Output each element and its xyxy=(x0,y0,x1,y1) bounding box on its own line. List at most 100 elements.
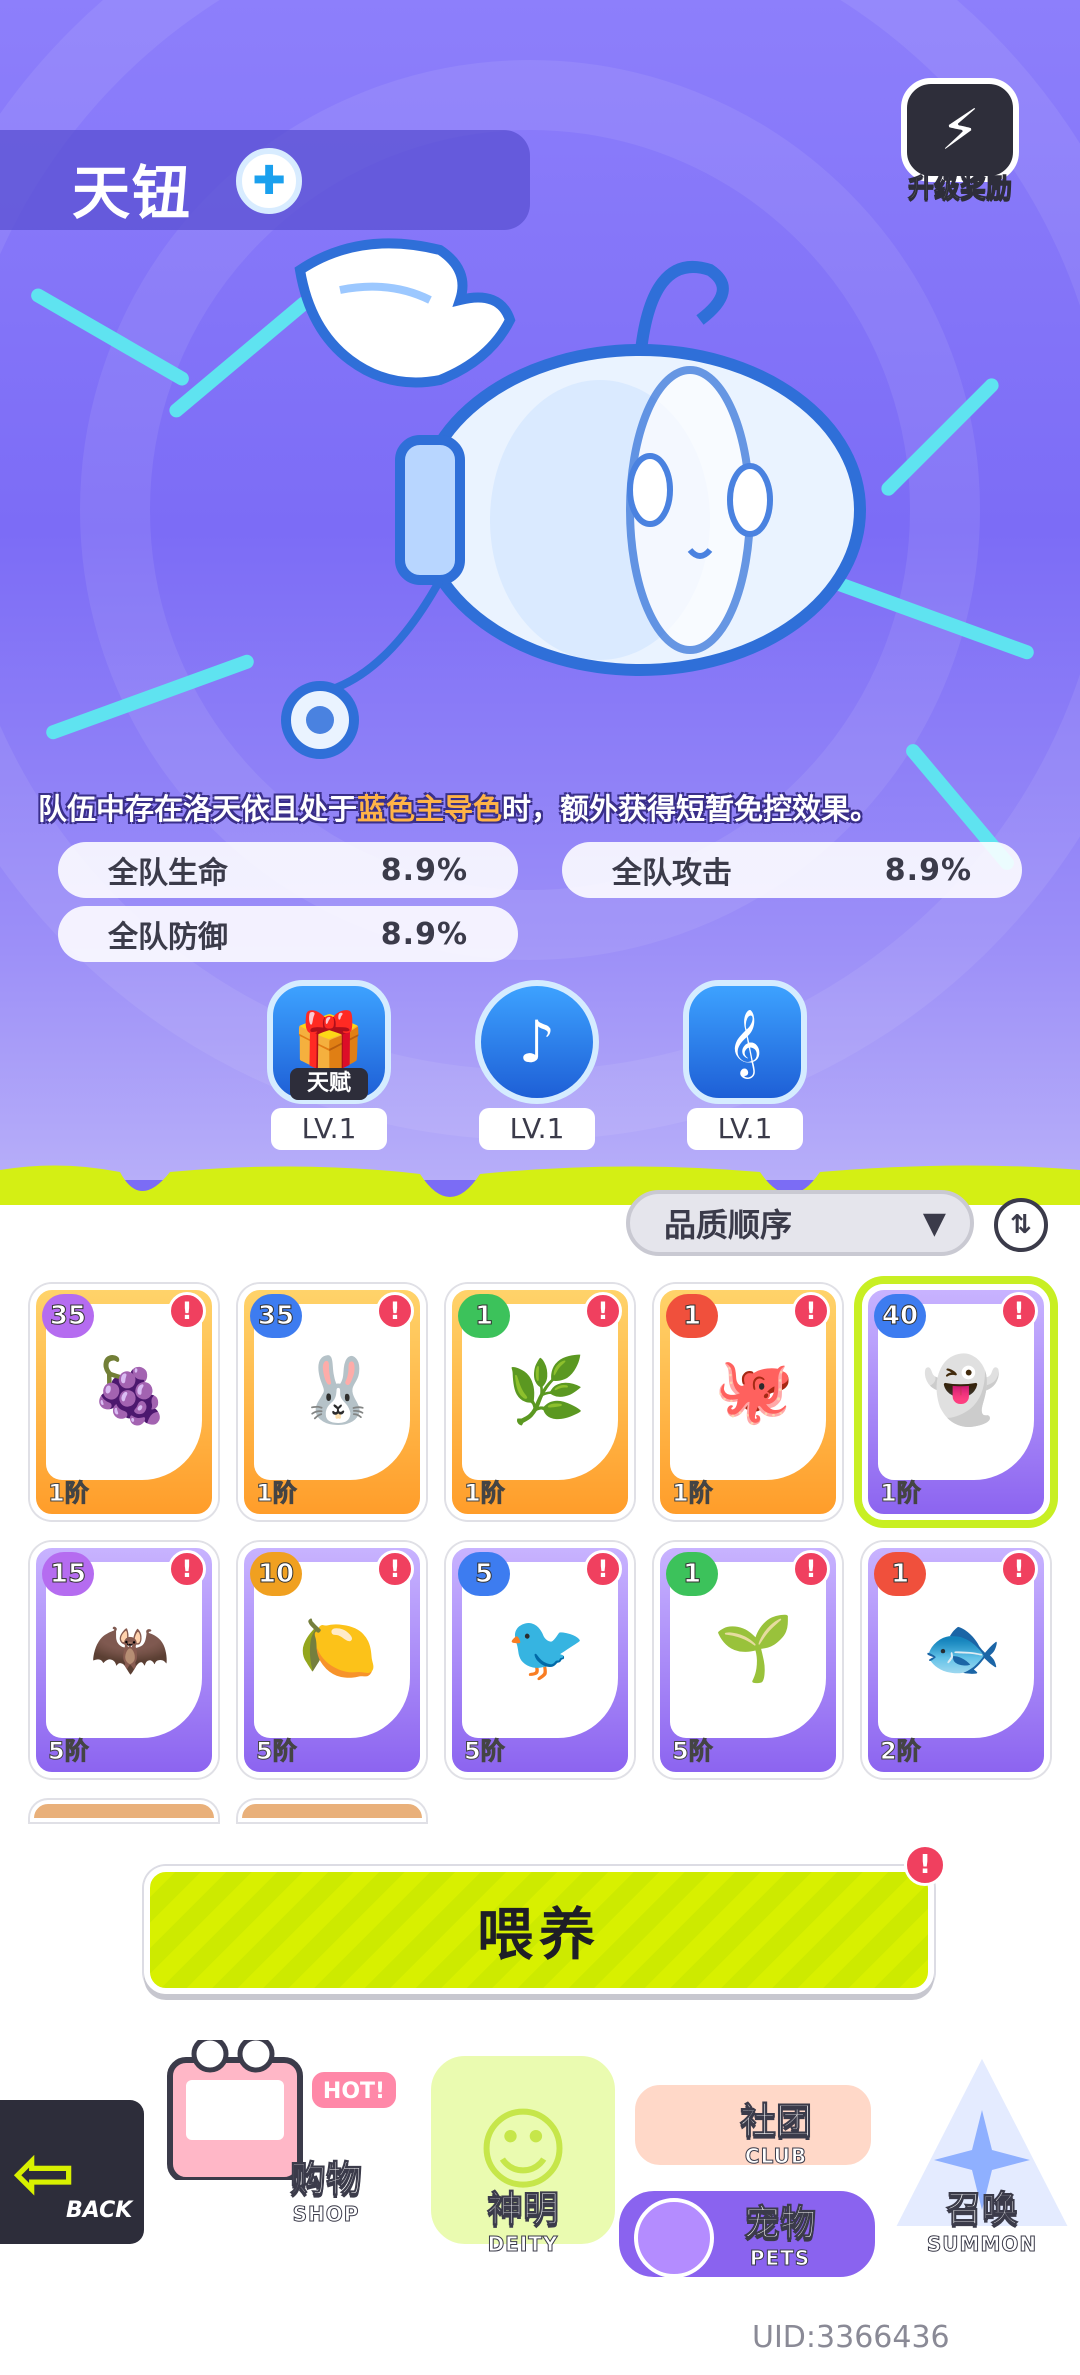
shop-title: 购物 xyxy=(289,2159,363,2201)
pet-card[interactable]: 🌱 1! 5阶 xyxy=(654,1542,842,1778)
shop-sub: SHOP xyxy=(292,2202,360,2227)
pet-tier-label: 2阶 xyxy=(880,1737,922,1766)
tianniu-pet-icon: 👻 xyxy=(922,1353,1002,1428)
stat-label: 全队生命 xyxy=(108,856,228,891)
deity-text: 神明 DEITY xyxy=(418,2180,628,2257)
pet-alert-badge: ! xyxy=(792,1550,830,1588)
bird-pet-icon: 🐦 xyxy=(506,1611,586,1686)
shop-hot-label: HOT! xyxy=(323,2079,385,2104)
pet-alert-badge: ! xyxy=(168,1292,206,1330)
pets-text: 宠物 PETS xyxy=(743,2194,817,2271)
pet-tier-label: 5阶 xyxy=(672,1737,714,1766)
club-text: 社团 CLUB xyxy=(739,2092,813,2169)
cross-element-icon[interactable]: ✚ xyxy=(236,148,302,214)
nav-pets[interactable]: 宠物 PETS xyxy=(614,2180,884,2290)
pet-tier-label: 5阶 xyxy=(256,1737,298,1766)
chevron-down-icon: ▼ xyxy=(922,1205,946,1241)
pet-level-badge: 40 xyxy=(874,1294,926,1338)
piranha-pet-icon: 🐟 xyxy=(922,1611,1002,1686)
pet-card[interactable]: 🦇 15! 5阶 xyxy=(30,1542,218,1778)
pet-card[interactable]: 🍋 10! 5阶 xyxy=(238,1542,426,1778)
sprout-pet-icon: 🌱 xyxy=(714,1611,794,1686)
pet-card[interactable]: 🌿 1! 1阶 xyxy=(446,1284,634,1520)
pet-name: 天钮 xyxy=(72,159,193,227)
pet-level-badge: 35 xyxy=(250,1294,302,1338)
nav-summon[interactable]: 召唤 SUMMON xyxy=(883,2040,1080,2290)
pet-card[interactable]: 🍇 35! 1阶 xyxy=(30,1284,218,1520)
shop-text: 购物 SHOP xyxy=(289,2150,363,2227)
pet-card[interactable]: 🐟 1! 2阶 xyxy=(862,1542,1050,1778)
talent-slot-1[interactable]: 🎁 天赋 LV.1 xyxy=(264,980,394,1150)
pet-tier-label: 5阶 xyxy=(464,1737,506,1766)
pets-title: 宠物 xyxy=(743,2203,817,2245)
pet-level-badge: 5 xyxy=(458,1552,510,1596)
club-title: 社团 xyxy=(739,2101,813,2143)
upgrade-reward-icon: ⚡ xyxy=(901,78,1019,182)
pet-card[interactable]: 🐙 1! 1阶 xyxy=(654,1284,842,1520)
stat-label: 全队攻击 xyxy=(612,856,732,891)
skill-desc-prefix: 队伍中存在洛天依且处于 xyxy=(38,792,358,826)
bunny-pet-icon: 🐰 xyxy=(298,1353,378,1428)
pet-card[interactable]: 👻 40! 1阶 xyxy=(862,1284,1050,1520)
pet-level-badge: 1 xyxy=(666,1552,718,1596)
sort-dropdown[interactable]: 品质顺序 ▼ xyxy=(626,1190,974,1256)
upgrade-reward-button[interactable]: ⚡ 升级奖励 xyxy=(894,78,1026,218)
nav-deity[interactable]: ☺ 神明 DEITY xyxy=(418,2050,628,2290)
pets-sub: PETS xyxy=(749,2246,811,2271)
treble-clef-icon: 𝄞 xyxy=(683,980,807,1104)
pet-tier-label: 1阶 xyxy=(672,1479,714,1508)
pets-orb-icon xyxy=(634,2198,714,2278)
pet-level-badge: 10 xyxy=(250,1552,302,1596)
feed-alert-badge: ! xyxy=(904,1844,946,1886)
pet-card-partial[interactable] xyxy=(30,1800,218,1822)
sort-toggle-icon[interactable]: ⇅ xyxy=(994,1198,1048,1252)
pet-alert-badge: ! xyxy=(584,1550,622,1588)
skill-desc-suffix: 时，额外获得短暂免控效果。 xyxy=(502,792,880,826)
nav-shop[interactable]: HOT! 购物 SHOP xyxy=(160,2035,410,2260)
skill-desc-highlight: 蓝色主导色 xyxy=(357,792,503,826)
pet-level-badge: 15 xyxy=(42,1552,94,1596)
talent-tag: 天赋 xyxy=(290,1068,368,1100)
pet-tier-label: 1阶 xyxy=(464,1479,506,1508)
talent-level: LV.1 xyxy=(479,1108,595,1150)
stat-value: 8.9% xyxy=(380,916,468,952)
pet-tier-label: 5阶 xyxy=(48,1737,90,1766)
pet-card[interactable]: 🐦 5! 5阶 xyxy=(446,1542,634,1778)
pet-alert-badge: ! xyxy=(376,1292,414,1330)
pet-level-badge: 1 xyxy=(666,1294,718,1338)
pet-level-badge: 1 xyxy=(874,1552,926,1596)
talent-level: LV.1 xyxy=(271,1108,387,1150)
user-id: UID:3366436 xyxy=(752,2320,950,2355)
leaf-pet-icon: 🌿 xyxy=(506,1353,586,1428)
stat-team-def: 全队防御 8.9% xyxy=(58,906,518,962)
shop-vending-icon: HOT! xyxy=(167,2035,400,2183)
feed-button[interactable]: 喂养 xyxy=(144,1866,934,1994)
pet-level-badge: 35 xyxy=(42,1294,94,1338)
stat-team-atk: 全队攻击 8.9% xyxy=(562,842,1022,898)
deity-title: 神明 xyxy=(486,2189,559,2231)
music-note-icon: ♪ xyxy=(475,980,599,1104)
pet-alert-badge: ! xyxy=(1000,1550,1038,1588)
bat-pet-icon: 🦇 xyxy=(90,1611,170,1686)
talent-level: LV.1 xyxy=(687,1108,803,1150)
skill-description: 队伍中存在洛天依且处于蓝色主导色时，额外获得短暂免控效果。 xyxy=(38,786,1048,828)
upgrade-reward-label: 升级奖励 xyxy=(907,174,1012,205)
pet-alert-badge: ! xyxy=(1000,1292,1038,1330)
talent-slot-3[interactable]: 𝄞 LV.1 xyxy=(680,980,810,1150)
pet-alert-badge: ! xyxy=(168,1550,206,1588)
talent-slot-2[interactable]: ♪ LV.1 xyxy=(472,980,602,1150)
pet-card-partial[interactable] xyxy=(238,1800,426,1822)
stat-team-hp: 全队生命 8.9% xyxy=(58,842,518,898)
pet-card[interactable]: 🐰 35! 1阶 xyxy=(238,1284,426,1520)
pet-alert-badge: ! xyxy=(792,1292,830,1330)
pet-illustration xyxy=(281,238,866,759)
pet-tier-label: 1阶 xyxy=(880,1479,922,1508)
stat-label: 全队防御 xyxy=(108,920,228,955)
back-button[interactable]: ⇦ BACK xyxy=(0,2094,150,2250)
pet-alert-badge: ! xyxy=(376,1550,414,1588)
pet-alert-badge: ! xyxy=(584,1292,622,1330)
deity-sub: DEITY xyxy=(487,2232,559,2257)
pet-tier-label: 1阶 xyxy=(256,1479,298,1508)
back-label: BACK xyxy=(66,2198,133,2223)
grape-pet-icon: 🍇 xyxy=(90,1353,170,1428)
